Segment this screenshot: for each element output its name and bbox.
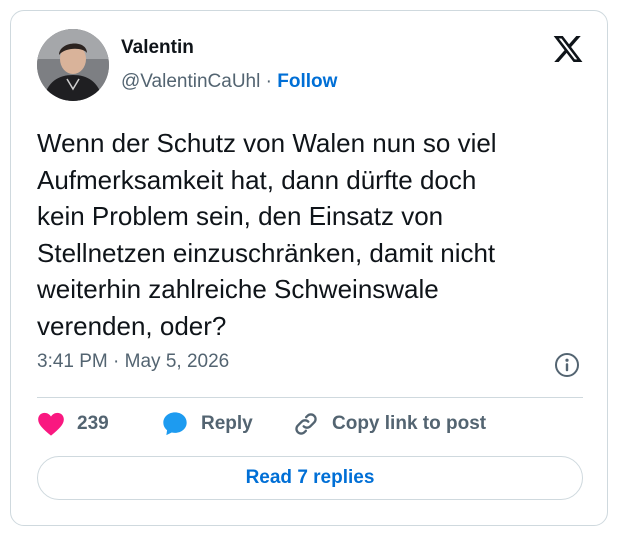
copy-link-button[interactable]: Copy link to post bbox=[292, 409, 486, 439]
tweet-date: May 5, 2026 bbox=[124, 351, 230, 372]
tweet-line: Aufmerksamkeit hat, dann dürfte doch bbox=[37, 164, 477, 195]
timestamp-separator: · bbox=[113, 351, 120, 372]
handle-separator: · bbox=[265, 71, 272, 92]
like-count: 239 bbox=[77, 413, 109, 434]
tweet-line: Stellnetzen einzuschränken, damit nicht bbox=[37, 237, 496, 268]
divider bbox=[37, 397, 583, 398]
author-handle[interactable]: @ValentinCaUhl bbox=[121, 71, 260, 92]
tweet-line: kein Problem sein, den Einsatz von bbox=[37, 201, 444, 231]
like-button[interactable]: 239 bbox=[37, 409, 109, 439]
copy-link-label: Copy link to post bbox=[332, 413, 487, 434]
x-logo-icon[interactable] bbox=[552, 33, 584, 65]
author-handle-line: @ValentinCaUhl · Follow bbox=[121, 71, 337, 93]
link-icon bbox=[295, 413, 317, 435]
tweet-card: Valentin @ValentinCaUhl · Follow Wenn de… bbox=[10, 10, 608, 526]
info-icon[interactable] bbox=[554, 352, 580, 378]
reply-button[interactable]: Reply bbox=[161, 409, 253, 439]
read-replies-label: Read 7 replies bbox=[245, 467, 375, 488]
tweet-line: weiterhin zahlreiche Schweinswale bbox=[37, 274, 439, 304]
author-name[interactable]: Valentin bbox=[121, 37, 194, 59]
read-replies-button[interactable]: Read 7 replies bbox=[37, 456, 583, 500]
heart-icon bbox=[38, 412, 64, 436]
tweet-timestamp[interactable]: 3:41 PM · May 5, 2026 bbox=[37, 351, 229, 373]
avatar[interactable] bbox=[37, 29, 109, 101]
follow-button[interactable]: Follow bbox=[277, 71, 337, 92]
reply-label: Reply bbox=[201, 413, 253, 434]
speech-bubble-icon bbox=[163, 412, 187, 436]
tweet-time: 3:41 PM bbox=[37, 351, 108, 372]
tweet-line: Wenn der Schutz von Walen nun so viel bbox=[37, 128, 497, 158]
tweet-text: Wenn der Schutz von Walen nun so viel Au… bbox=[37, 125, 597, 344]
tweet-line: verenden, oder? bbox=[37, 310, 227, 341]
